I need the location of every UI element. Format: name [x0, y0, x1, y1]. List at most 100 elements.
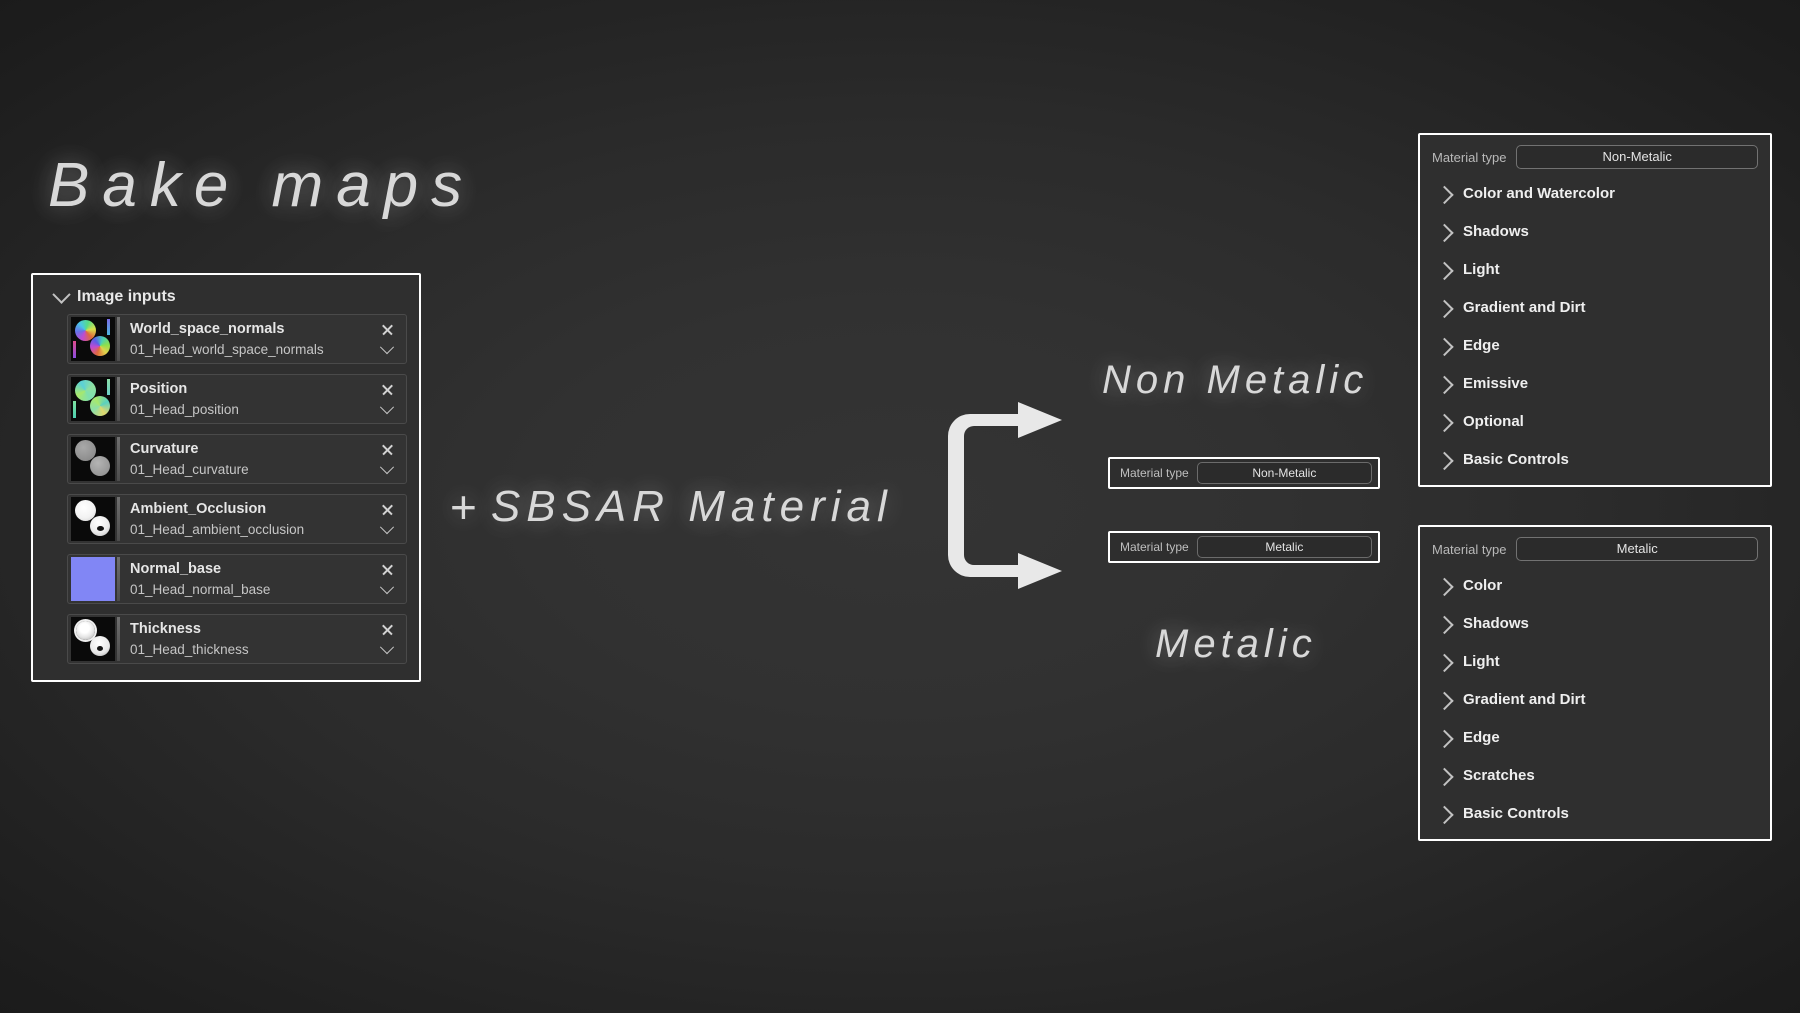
chevron-down-icon[interactable]: [379, 460, 395, 475]
row-text: Thickness 01_Head_thickness: [120, 621, 376, 657]
param-group-label: Scratches: [1463, 766, 1535, 784]
material-type-row[interactable]: Material type Metalic: [1432, 537, 1758, 561]
chevron-right-icon: [1435, 451, 1454, 470]
table-row[interactable]: Normal_base 01_Head_normal_base: [67, 554, 407, 604]
param-group-label: Basic Controls: [1463, 450, 1569, 468]
param-group-gradient-and-dirt[interactable]: Gradient and Dirt: [1435, 687, 1758, 711]
world-space-normals-thumbnail: [71, 317, 115, 361]
param-group-gradient-and-dirt[interactable]: Gradient and Dirt: [1435, 295, 1758, 319]
param-group-emissive[interactable]: Emissive: [1435, 371, 1758, 395]
input-name: Thickness: [130, 621, 201, 637]
param-group-light[interactable]: Light: [1435, 649, 1758, 673]
material-type-label: Material type: [1120, 466, 1189, 480]
chevron-right-icon: [1435, 261, 1454, 280]
chevron-right-icon: [1435, 375, 1454, 394]
ambient-occlusion-thumbnail: [71, 497, 115, 541]
material-type-dropdown[interactable]: Metalic: [1516, 537, 1758, 561]
non-metalic-heading: Non Metalic: [1102, 358, 1369, 402]
material-type-row[interactable]: Material type Non-Metalic: [1432, 145, 1758, 169]
normal-base-thumbnail: [71, 557, 115, 601]
sbsar-material-text: SBSAR Material: [490, 482, 893, 531]
row-text: Curvature 01_Head_curvature: [120, 441, 376, 477]
plus-icon: +: [450, 481, 477, 533]
chevron-down-icon[interactable]: [379, 520, 395, 535]
chevron-right-icon: [1435, 767, 1454, 786]
param-group-label: Edge: [1463, 728, 1500, 746]
input-name: Curvature: [130, 441, 199, 457]
screenshot-canvas: Bake maps + SBSAR Material Non Metalic Me…: [0, 0, 1800, 1013]
close-icon[interactable]: [381, 443, 394, 456]
chevron-down-icon[interactable]: [379, 580, 395, 595]
metalic-parameter-panel: Material type Metalic Color Shadows Ligh…: [1418, 525, 1772, 841]
row-text: Position 01_Head_position: [120, 381, 376, 417]
material-type-dropdown[interactable]: Metalic: [1196, 536, 1372, 558]
close-icon[interactable]: [381, 623, 394, 636]
row-text: Normal_base 01_Head_normal_base: [120, 561, 376, 597]
param-group-edge[interactable]: Edge: [1435, 725, 1758, 749]
table-row[interactable]: Thickness 01_Head_thickness: [67, 614, 407, 664]
table-row[interactable]: Position 01_Head_position: [67, 374, 407, 424]
param-group-label: Emissive: [1463, 374, 1529, 392]
material-type-dropdown[interactable]: Non-Metalic: [1196, 462, 1372, 484]
input-value: 01_Head_position: [130, 402, 239, 417]
param-group-label: Shadows: [1463, 222, 1529, 240]
close-icon[interactable]: [381, 503, 394, 516]
row-actions: [376, 383, 398, 415]
param-group-label: Light: [1463, 652, 1500, 670]
chevron-right-icon: [1435, 337, 1454, 356]
table-row[interactable]: World_space_normals 01_Head_world_space_…: [67, 314, 407, 364]
curvature-thumbnail: [71, 437, 115, 481]
thickness-thumbnail: [71, 617, 115, 661]
param-group-light[interactable]: Light: [1435, 257, 1758, 281]
input-value: 01_Head_world_space_normals: [130, 342, 324, 357]
input-name: Ambient_Occlusion: [130, 501, 267, 517]
sbsar-material-label: + SBSAR Material: [450, 478, 893, 533]
close-icon[interactable]: [381, 383, 394, 396]
chevron-right-icon: [1435, 577, 1454, 596]
bake-maps-title: Bake maps: [48, 151, 476, 220]
param-group-shadows[interactable]: Shadows: [1435, 219, 1758, 243]
close-icon[interactable]: [381, 563, 394, 576]
input-value: 01_Head_curvature: [130, 462, 249, 477]
param-group-color[interactable]: Color: [1435, 573, 1758, 597]
row-actions: [376, 563, 398, 595]
param-group-label: Color and Watercolor: [1463, 184, 1615, 202]
param-group-color-and-watercolor[interactable]: Color and Watercolor: [1435, 181, 1758, 205]
chevron-right-icon: [1435, 299, 1454, 318]
input-value: 01_Head_thickness: [130, 642, 249, 657]
mini-material-type-nonmetalic[interactable]: Material type Non-Metalic: [1108, 457, 1380, 489]
param-group-label: Shadows: [1463, 614, 1529, 632]
row-text: World_space_normals 01_Head_world_space_…: [120, 321, 376, 357]
chevron-right-icon: [1435, 691, 1454, 710]
input-value: 01_Head_ambient_occlusion: [130, 522, 305, 537]
table-row[interactable]: Ambient_Occlusion 01_Head_ambient_occlus…: [67, 494, 407, 544]
param-group-shadows[interactable]: Shadows: [1435, 611, 1758, 635]
param-group-label: Light: [1463, 260, 1500, 278]
chevron-down-icon: [52, 284, 71, 304]
table-row[interactable]: Curvature 01_Head_curvature: [67, 434, 407, 484]
chevron-right-icon: [1435, 413, 1454, 432]
param-group-optional[interactable]: Optional: [1435, 409, 1758, 433]
row-actions: [376, 503, 398, 535]
material-type-dropdown[interactable]: Non-Metalic: [1516, 145, 1758, 169]
param-group-basic-controls[interactable]: Basic Controls: [1435, 447, 1758, 471]
param-group-edge[interactable]: Edge: [1435, 333, 1758, 357]
chevron-down-icon[interactable]: [379, 640, 395, 655]
row-text: Ambient_Occlusion 01_Head_ambient_occlus…: [120, 501, 376, 537]
row-actions: [376, 443, 398, 475]
param-group-label: Color: [1463, 576, 1503, 594]
chevron-down-icon[interactable]: [379, 400, 395, 415]
mini-material-type-metalic[interactable]: Material type Metalic: [1108, 531, 1380, 563]
image-inputs-header[interactable]: Image inputs: [45, 284, 407, 314]
input-name: Position: [130, 381, 188, 397]
chevron-down-icon[interactable]: [379, 340, 395, 355]
param-group-scratches[interactable]: Scratches: [1435, 763, 1758, 787]
metalic-heading: Metalic: [1155, 622, 1317, 666]
chevron-right-icon: [1435, 653, 1454, 672]
param-group-basic-controls[interactable]: Basic Controls: [1435, 801, 1758, 825]
branching-arrow-icon: [948, 402, 1062, 589]
input-name: Normal_base: [130, 561, 222, 577]
close-icon[interactable]: [381, 323, 394, 336]
image-inputs-panel: Image inputs World_space_normals 01_Head…: [31, 273, 421, 682]
chevron-right-icon: [1435, 615, 1454, 634]
